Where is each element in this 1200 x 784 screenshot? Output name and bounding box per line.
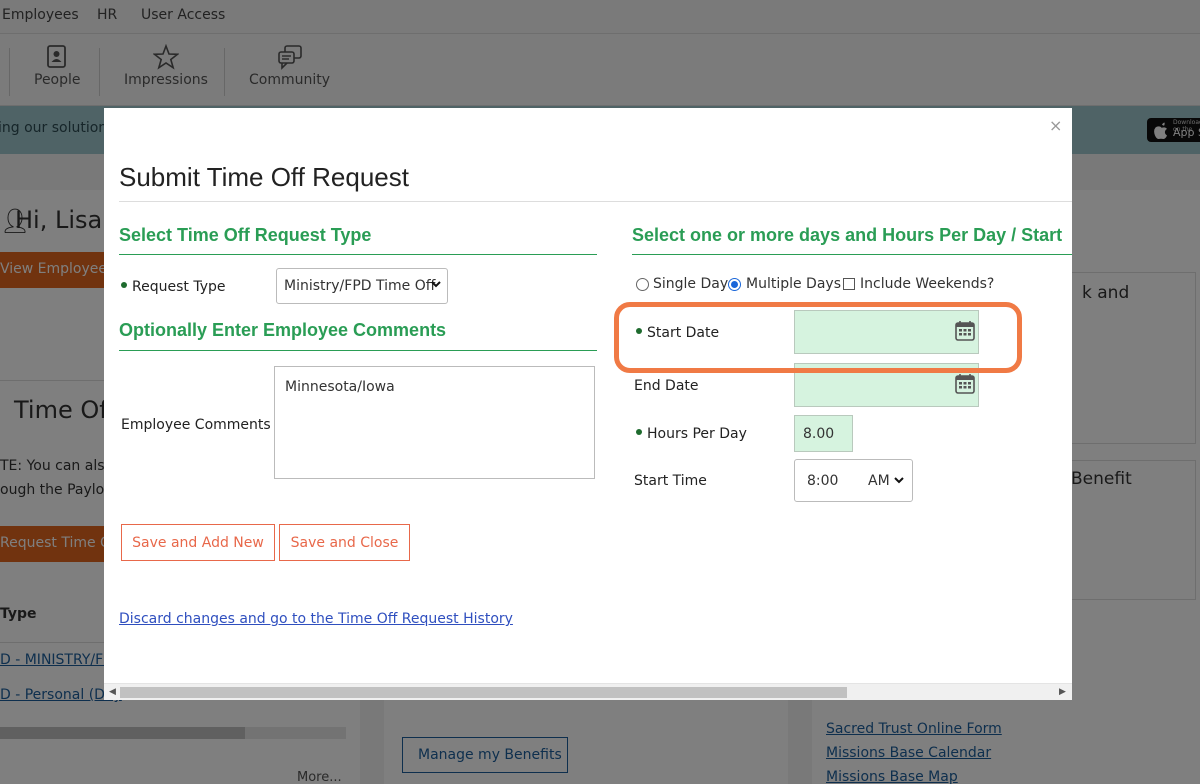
required-dot [636, 429, 642, 435]
start-time-value: 8:00 [807, 473, 839, 489]
days-hours-heading: Select one or more days and Hours Per Da… [632, 225, 1063, 245]
required-dot [121, 282, 127, 288]
time-off-modal: × Submit Time Off Request Select Time Of… [104, 108, 1072, 700]
chevron-down-icon [431, 281, 441, 288]
divider [632, 254, 1072, 255]
single-day-label[interactable]: Single Day [653, 276, 728, 292]
hours-per-day-label: Hours Per Day [636, 426, 747, 442]
modal-title: Submit Time Off Request [119, 162, 409, 192]
single-day-radio[interactable] [636, 278, 649, 291]
request-type-label-text: Request Type [132, 279, 226, 295]
calendar-icon[interactable] [954, 373, 976, 395]
divider [119, 350, 597, 351]
save-and-close-button[interactable]: Save and Close [279, 524, 410, 561]
divider [119, 254, 597, 255]
scroll-right-icon[interactable]: ▶ [1059, 687, 1066, 697]
start-time-label: Start Time [634, 473, 707, 489]
chevron-down-icon [894, 477, 904, 484]
start-time-select[interactable]: 8:00 AM [794, 459, 913, 502]
include-weekends-checkbox[interactable] [843, 278, 855, 290]
ampm-value: AM [868, 473, 890, 489]
modal-horizontal-scrollbar[interactable]: ◀ ▶ [104, 683, 1072, 700]
scroll-thumb[interactable] [120, 687, 847, 698]
request-type-heading: Select Time Off Request Type [119, 225, 372, 245]
close-icon[interactable]: × [1049, 116, 1062, 135]
include-weekends-label[interactable]: Include Weekends? [860, 276, 994, 292]
hours-per-day-label-text: Hours Per Day [647, 426, 747, 442]
request-type-value: Ministry/FPD Time Off [284, 278, 436, 294]
discard-changes-link[interactable]: Discard changes and go to the Time Off R… [119, 611, 513, 627]
comments-textarea[interactable]: Minnesota/Iowa [274, 366, 595, 479]
request-type-label: Request Type [121, 279, 225, 295]
scroll-left-icon[interactable]: ◀ [109, 687, 116, 697]
start-date-highlight [614, 302, 1022, 373]
multiple-days-label[interactable]: Multiple Days [746, 276, 841, 292]
comments-heading: Optionally Enter Employee Comments [119, 320, 447, 340]
hours-per-day-input[interactable]: 8.00 [794, 415, 853, 452]
request-type-select[interactable]: Ministry/FPD Time Off [276, 268, 448, 304]
multiple-days-radio[interactable] [728, 278, 741, 291]
save-and-add-new-button[interactable]: Save and Add New [121, 524, 275, 561]
comments-label: Employee Comments [121, 417, 271, 433]
divider [119, 201, 1072, 202]
end-date-label: End Date [634, 378, 699, 394]
